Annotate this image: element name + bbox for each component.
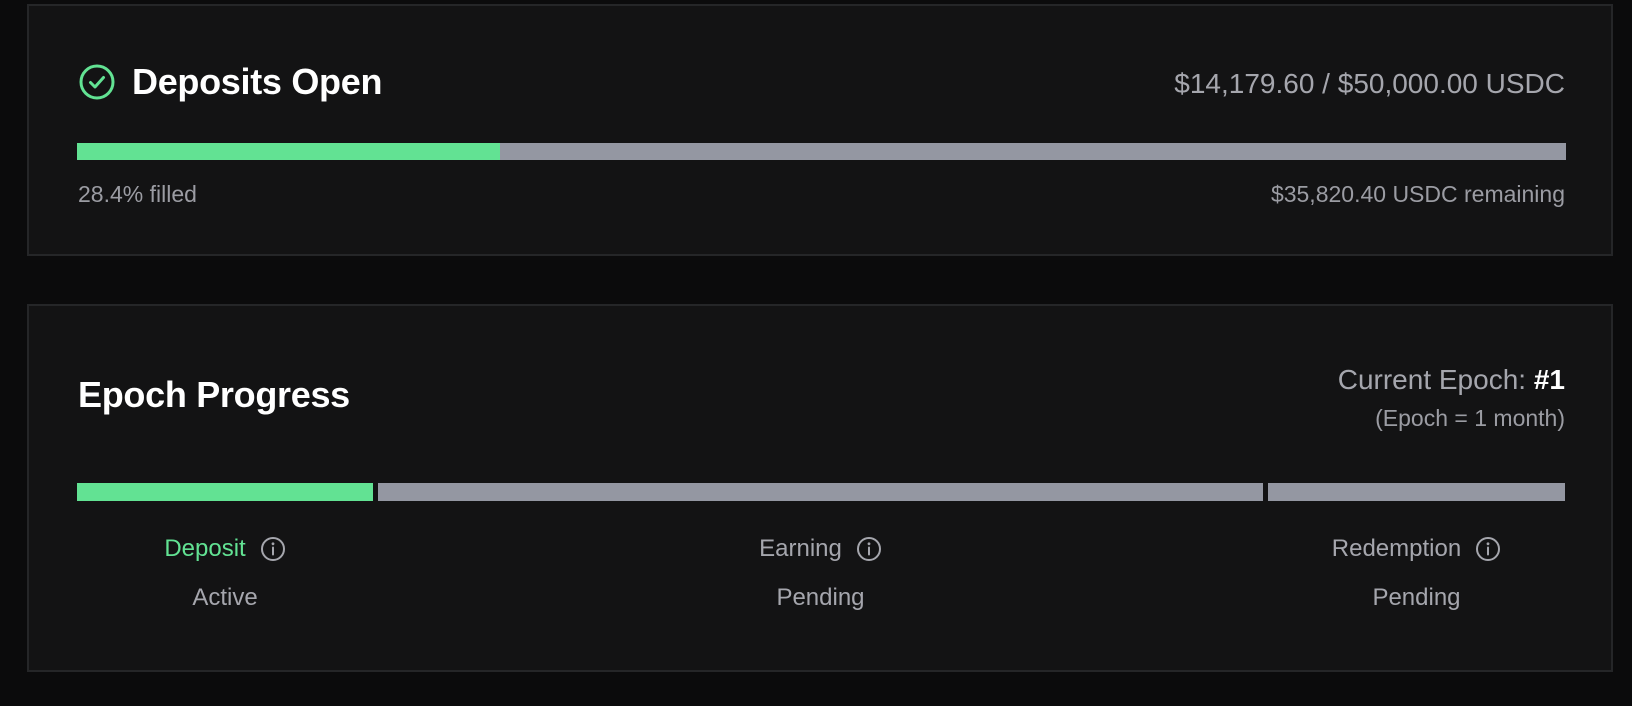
- epoch-note: (Epoch = 1 month): [1375, 405, 1565, 431]
- info-icon[interactable]: [1475, 536, 1501, 562]
- current-epoch-label: Current Epoch:: [1337, 364, 1534, 395]
- epoch-segment-deposit: [77, 483, 373, 501]
- phase-status-redemption: Pending: [1372, 584, 1461, 611]
- phase-redemption: Redemption Pending: [1268, 534, 1565, 612]
- info-icon[interactable]: [260, 536, 286, 562]
- deposit-progress-fill: [77, 143, 500, 160]
- phase-label-deposit: Deposit: [164, 535, 246, 562]
- check-circle-icon: [78, 63, 116, 101]
- phase-status-earning: Pending: [776, 584, 865, 611]
- deposits-header: Deposits Open: [78, 60, 382, 104]
- phase-deposit: Deposit Active: [77, 534, 373, 612]
- phase-status-deposit: Active: [192, 584, 258, 611]
- phase-label-earning: Earning: [759, 535, 842, 562]
- deposit-progress-bar: [77, 143, 1566, 160]
- deposits-card: Deposits Open $14,179.60 / $50,000.00 US…: [27, 4, 1613, 256]
- phase-label-redemption: Redemption: [1331, 535, 1462, 562]
- deposits-title: Deposits Open: [132, 61, 383, 102]
- epoch-segment-redemption: [1268, 483, 1565, 501]
- current-epoch: Current Epoch: #1: [1338, 364, 1565, 396]
- epoch-title: Epoch Progress: [78, 374, 350, 415]
- info-icon[interactable]: [856, 536, 882, 562]
- deposits-amount: $14,179.60 / $50,000.00 USDC: [1174, 68, 1565, 99]
- current-epoch-number: #1: [1533, 364, 1565, 395]
- filled-label: 28.4% filled: [78, 181, 197, 207]
- remaining-label: $35,820.40 USDC remaining: [1270, 181, 1565, 207]
- epoch-segment-earning: [378, 483, 1263, 501]
- epoch-card: Epoch Progress Current Epoch: #1 (Epoch …: [27, 304, 1613, 672]
- phase-earning: Earning Pending: [378, 534, 1263, 612]
